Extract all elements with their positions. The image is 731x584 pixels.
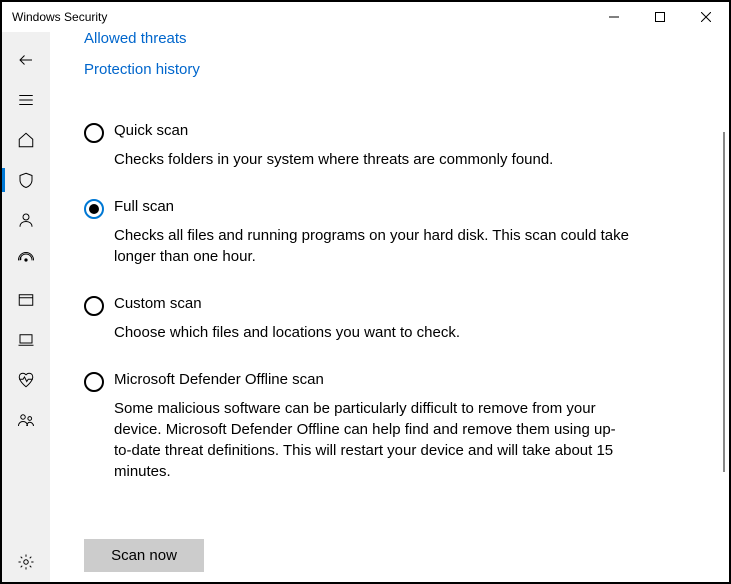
- close-button[interactable]: [683, 2, 729, 32]
- hamburger-icon: [17, 91, 35, 109]
- option-quick-scan: Quick scan Checks folders in your system…: [84, 122, 629, 170]
- device-icon: [17, 331, 35, 349]
- sidebar-virus-protection[interactable]: [2, 160, 50, 200]
- sidebar-home[interactable]: [2, 120, 50, 160]
- option-desc: Choose which files and locations you wan…: [114, 322, 629, 343]
- radio-custom-scan[interactable]: [84, 296, 104, 316]
- window-title: Windows Security: [12, 10, 107, 24]
- option-title: Microsoft Defender Offline scan: [114, 371, 629, 388]
- radio-offline-scan[interactable]: [84, 372, 104, 392]
- app-browser-icon: [17, 291, 35, 309]
- sidebar-settings[interactable]: [2, 542, 50, 582]
- radio-quick-scan[interactable]: [84, 123, 104, 143]
- minimize-button[interactable]: [591, 2, 637, 32]
- link-protection-history[interactable]: Protection history: [84, 61, 703, 78]
- option-custom-scan: Custom scan Choose which files and locat…: [84, 295, 629, 343]
- menu-button[interactable]: [2, 80, 50, 120]
- window-controls: [591, 2, 729, 32]
- home-icon: [17, 131, 35, 149]
- back-arrow-icon: [17, 51, 35, 69]
- sidebar-device-health[interactable]: [2, 360, 50, 400]
- sidebar-family[interactable]: [2, 400, 50, 440]
- maximize-button[interactable]: [637, 2, 683, 32]
- option-desc: Checks all files and running programs on…: [114, 225, 629, 267]
- back-button[interactable]: [2, 40, 50, 80]
- person-icon: [17, 211, 35, 229]
- radio-full-scan[interactable]: [84, 199, 104, 219]
- option-title: Quick scan: [114, 122, 629, 139]
- shield-icon: [17, 171, 35, 189]
- firewall-icon: [17, 251, 35, 269]
- sidebar: [2, 32, 50, 582]
- content-area: Allowed threats Protection history Quick…: [50, 32, 729, 582]
- sidebar-firewall[interactable]: [2, 240, 50, 280]
- option-title: Full scan: [114, 198, 629, 215]
- titlebar: Windows Security: [2, 2, 729, 32]
- option-desc: Checks folders in your system where thre…: [114, 149, 629, 170]
- sidebar-device-security[interactable]: [2, 320, 50, 360]
- gear-icon: [17, 553, 35, 571]
- link-allowed-threats[interactable]: Allowed threats: [84, 32, 703, 47]
- option-title: Custom scan: [114, 295, 629, 312]
- heart-icon: [17, 371, 35, 389]
- scan-now-button[interactable]: Scan now: [84, 539, 204, 572]
- family-icon: [17, 411, 35, 429]
- sidebar-account-protection[interactable]: [2, 200, 50, 240]
- scrollbar[interactable]: [723, 132, 725, 472]
- option-offline-scan: Microsoft Defender Offline scan Some mal…: [84, 371, 629, 482]
- option-full-scan: Full scan Checks all files and running p…: [84, 198, 629, 267]
- option-desc: Some malicious software can be particula…: [114, 398, 629, 482]
- sidebar-app-browser[interactable]: [2, 280, 50, 320]
